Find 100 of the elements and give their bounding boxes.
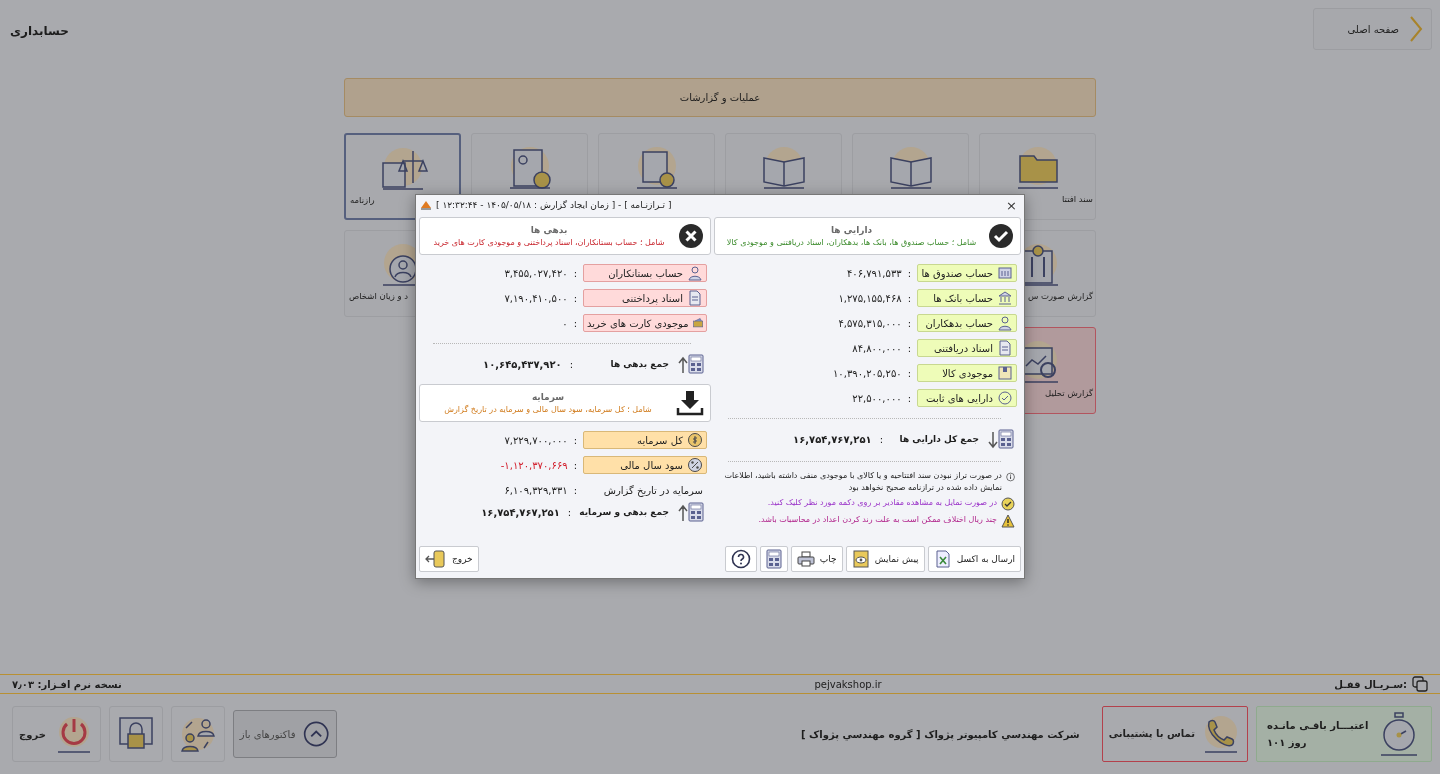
credit-title: اعتبـــار باقـی مانـده (1267, 720, 1369, 731)
amount: ۴,۵۷۵,۳۱۵,۰۰۰ (838, 317, 902, 329)
credit-days: ۱۰۱ روز (1267, 737, 1369, 748)
calculator-icon (677, 501, 705, 523)
account-button[interactable]: اسناد پرداختنی (583, 289, 707, 307)
amount: ۳,۴۵۵,۰۲۷,۴۲۰ (504, 267, 568, 279)
person-icon (687, 265, 703, 281)
account-button[interactable]: اسناد دریافتنی (917, 339, 1017, 357)
amount: ۱۰,۳۹۰,۲۰۵,۲۵۰ (833, 367, 902, 379)
lock-button[interactable] (108, 706, 163, 762)
bank-icon (997, 290, 1013, 306)
calculator-icon (987, 428, 1015, 450)
colon: : (879, 433, 883, 445)
person-icon (997, 315, 1013, 331)
amount: ۲۲,۵۰۰,۰۰۰ (852, 392, 902, 404)
exit-button[interactable]: خروج (419, 546, 479, 572)
close-button[interactable]: × (1003, 197, 1020, 213)
switch-user-button[interactable] (170, 706, 225, 762)
tile-label: د و زیان اشخاص (349, 291, 409, 301)
spreadsheet-icon (933, 550, 952, 568)
colon: : (573, 317, 577, 329)
cashbox-icon (997, 265, 1013, 281)
amount: ۷,۲۲۹,۷۰۰,۰۰۰ (504, 434, 568, 446)
toolbar-button[interactable]: ارسال به اکسل (927, 546, 1021, 572)
check-circle-icon (988, 223, 1014, 249)
section-title: بدهی ها (530, 225, 568, 235)
colon: : (907, 342, 911, 354)
colon: : (573, 484, 577, 496)
app-logo-icon (420, 200, 432, 210)
colon: : (907, 292, 911, 304)
account-button[interactable]: حساب صندوق ها (917, 264, 1017, 282)
note-text: در صورت تراز نبودن سند افتتاحیه و یا کالای با موجودی منفی داشته باشید، اطلاعات نمایش داده شده در ترازنامه صحیح نخواهد بود (723, 470, 1002, 494)
tile-label: سند افتتا (1062, 194, 1093, 204)
card-icon (692, 315, 703, 331)
account-button[interactable]: حساب بستانکاران (583, 264, 707, 282)
open-invoices-button[interactable]: فاکتورهای باز (232, 710, 337, 758)
total-amount: ۱۶,۷۵۴,۷۶۷,۲۵۱ (793, 433, 872, 445)
colon: : (569, 358, 573, 370)
total-label: جمع کل دارایی ها (898, 434, 979, 444)
toolbar-button[interactable]: پیش نمایش (845, 546, 925, 572)
document-icon (687, 290, 703, 306)
calculator-icon (765, 549, 782, 569)
download-icon (676, 390, 704, 416)
total-label: جمع بدهی ها (609, 359, 669, 369)
serial-label: سـریـال قفـل: (1334, 678, 1407, 690)
tile-label: گزارش تحلیل (1045, 388, 1093, 398)
colon: : (573, 459, 577, 471)
support-button[interactable]: تماس با پشتیبانی (1101, 706, 1248, 762)
close-circle-icon (678, 223, 704, 249)
total-amount: ۱۰,۶۴۵,۴۳۷,۹۲۰ (483, 358, 562, 370)
home-button[interactable]: صفحه اصلی (1313, 8, 1432, 50)
warning-icon (1001, 514, 1015, 528)
coin-icon (687, 432, 703, 448)
amount: ۷,۱۹۰,۴۱۰,۵۰۰ (504, 292, 568, 304)
amount: ۶,۱۰۹,۳۲۹,۳۳۱ (504, 484, 568, 496)
total-label: جمع بدهی و سرمایه (579, 507, 669, 517)
amount: -۱,۱۲۰,۳۷۰,۶۶۹ (500, 459, 568, 471)
colon: : (573, 292, 577, 304)
account-button[interactable]: حساب بانک ها (917, 289, 1017, 307)
colon: : (573, 434, 577, 446)
note-text: در صورت تمایل به مشاهده مقادیر بر روی دکمه مورد نظر کلیک کنید. (767, 497, 997, 509)
calculator-button[interactable] (759, 546, 788, 572)
check-circle-icon (997, 390, 1013, 406)
account-button[interactable]: حساب بدهکاران (917, 314, 1017, 332)
copy-icon (1412, 676, 1428, 692)
account-button[interactable]: کل سرمایه (583, 431, 707, 449)
account-button[interactable]: موجودی کالا (917, 364, 1017, 382)
printer-icon (796, 550, 815, 568)
colon: : (573, 267, 577, 279)
section-subtitle: شامل ؛ حساب صندوق ها، بانک ها، بدهکاران، اسناد دریافتنی و موجودی کالا (726, 238, 977, 247)
colon: : (907, 392, 911, 404)
colon: : (907, 267, 911, 279)
percent-icon (687, 457, 703, 473)
info-icon (1005, 470, 1015, 484)
amount: ۰ (562, 317, 568, 329)
account-button[interactable]: موجودی کارت های خرید (583, 314, 707, 332)
row-label: سرمایه در تاریخ گزارش (602, 484, 704, 496)
exit-button[interactable]: خروج (12, 706, 101, 762)
colon: : (907, 367, 911, 379)
section-title: سرمایه (531, 392, 565, 402)
toolbar-button[interactable]: چاپ (790, 546, 843, 572)
check-circle-icon (1001, 497, 1015, 511)
note-text: چند ریال اختلاف ممکن است به علت رند کردن اعداد در محاسبات باشد. (758, 514, 997, 526)
account-button[interactable]: سود سال مالی (583, 456, 707, 474)
help-button[interactable] (724, 546, 757, 572)
app-title: حسابداری (10, 24, 69, 38)
total-amount: ۱۶,۷۵۴,۷۶۷,۲۵۱ (481, 506, 560, 518)
exit-door-icon (425, 550, 447, 568)
colon: : (907, 317, 911, 329)
colon: : (567, 506, 572, 518)
chevron-icon (1409, 15, 1423, 43)
account-button[interactable]: دارایی های ثابت (917, 389, 1017, 407)
version-text: نسخه نرم افـزار: ۷٫۰۳ (12, 678, 122, 690)
preview-icon (851, 550, 870, 568)
calculator-icon (677, 353, 705, 375)
tile-label: رازنامه (350, 195, 375, 205)
tile-label: گزارش صورت س (1027, 291, 1093, 301)
box-icon (997, 365, 1013, 381)
amount: ۱,۲۷۵,۱۵۵,۴۶۸ (838, 292, 902, 304)
amount: ۸۴,۸۰۰,۰۰۰ (852, 342, 902, 354)
